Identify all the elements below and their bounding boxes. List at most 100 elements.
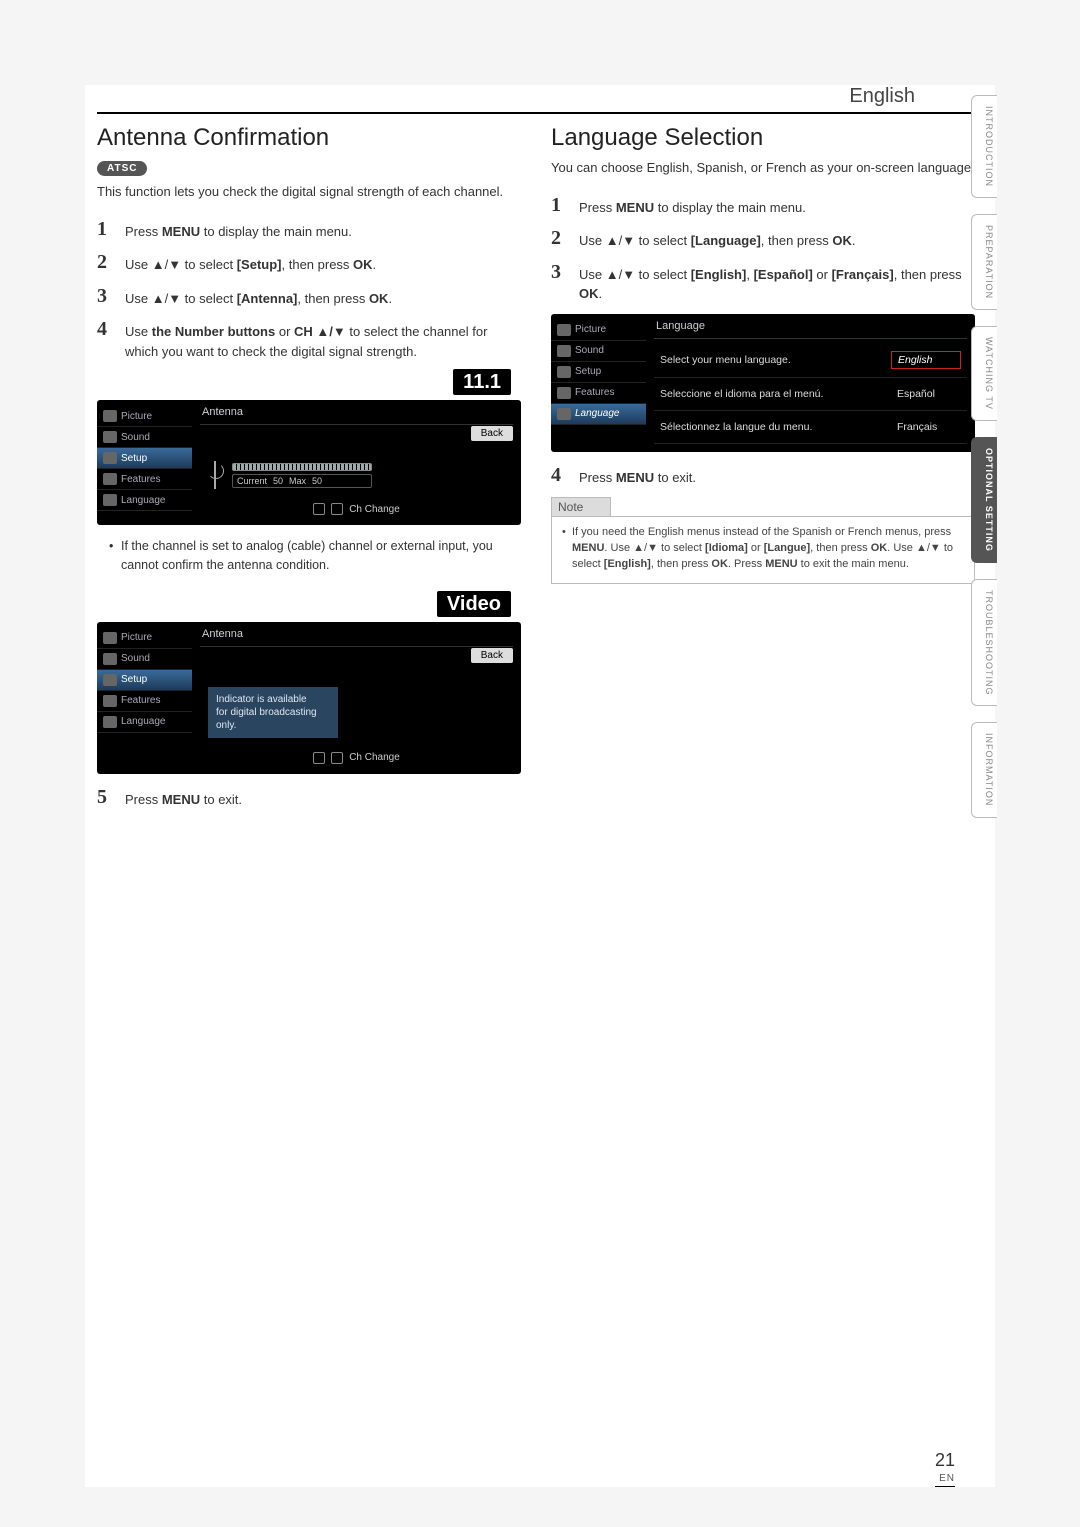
osd-menu: Picture Sound Setup Features Language xyxy=(97,622,192,774)
osd-menu-sound[interactable]: Sound xyxy=(97,649,192,670)
lang-row-francais[interactable]: Sélectionnez la langue du menu. Français xyxy=(654,411,967,444)
step-num: 4 xyxy=(97,318,125,340)
osd-panel-title: Antenna xyxy=(200,404,513,425)
antenna-note: If the channel is set to analog (cable) … xyxy=(121,537,521,575)
numpad-icon xyxy=(331,503,343,515)
step-num: 3 xyxy=(97,285,125,307)
osd-back-button[interactable]: Back xyxy=(471,648,513,663)
osd-language: Picture Sound Setup Features Language La… xyxy=(551,314,975,452)
language-steps: 1Press MENU to display the main menu. 2U… xyxy=(551,194,975,304)
step-text: Press MENU to exit. xyxy=(579,464,696,488)
sound-icon xyxy=(557,345,571,357)
osd-menu-sound[interactable]: Sound xyxy=(551,341,646,362)
side-tabs: INTRODUCTION PREPARATION WATCHING TV OPT… xyxy=(971,95,997,818)
osd-menu-setup[interactable]: Setup xyxy=(551,362,646,383)
step-text: Press MENU to display the main menu. xyxy=(125,218,352,242)
osd-panel-title: Language xyxy=(654,318,967,339)
picture-icon xyxy=(103,410,117,422)
header-language: English xyxy=(85,85,995,108)
step-num: 2 xyxy=(551,227,579,249)
antenna-step5: 5Press MENU to exit. xyxy=(97,786,521,810)
osd-menu-features[interactable]: Features xyxy=(97,469,192,490)
signal-bar xyxy=(232,463,372,471)
features-icon xyxy=(103,473,117,485)
step-text: Use ▲/▼ to select [Antenna], then press … xyxy=(125,285,392,309)
osd-menu-language[interactable]: Language xyxy=(97,712,192,733)
osd-menu-picture[interactable]: Picture xyxy=(97,406,192,427)
note-body: If you need the English menus instead of… xyxy=(551,516,975,584)
features-icon xyxy=(557,387,571,399)
osd-menu-features[interactable]: Features xyxy=(551,383,646,404)
sound-icon xyxy=(103,431,117,443)
antenna-signal-graphic: Current 50 Max 50 xyxy=(206,461,513,489)
note-box: Note If you need the English menus inste… xyxy=(551,497,975,584)
step-num: 2 xyxy=(97,251,125,273)
picture-icon xyxy=(103,632,117,644)
osd-menu: Picture Sound Setup Features Language xyxy=(551,314,646,452)
antenna-steps: 1Press MENU to display the main menu. 2U… xyxy=(97,218,521,362)
osd-back-button[interactable]: Back xyxy=(471,426,513,441)
osd-menu-picture[interactable]: Picture xyxy=(551,320,646,341)
osd-menu-setup[interactable]: Setup xyxy=(97,448,192,469)
lang-row-espanol[interactable]: Seleccione el idioma para el menú. Españ… xyxy=(654,378,967,411)
osd-menu-picture[interactable]: Picture xyxy=(97,628,192,649)
step-num: 3 xyxy=(551,261,579,283)
atsc-badge: ATSC xyxy=(97,161,147,176)
note-text: If you need the English menus instead of… xyxy=(562,525,964,573)
osd-footer: Ch Change xyxy=(200,746,513,766)
sidetab-optional-setting[interactable]: OPTIONAL SETTING xyxy=(971,437,997,563)
osd-menu-setup[interactable]: Setup xyxy=(97,670,192,691)
antenna-title: Antenna Confirmation xyxy=(97,124,521,152)
osd-menu: Picture Sound Setup Features Language xyxy=(97,400,192,525)
channel-badge-wrap: 11.1 xyxy=(97,371,511,394)
manual-page: English INTRODUCTION PREPARATION WATCHIN… xyxy=(85,85,995,1487)
osd-menu-language[interactable]: Language xyxy=(97,490,192,511)
osd-footer: Ch Change xyxy=(200,497,513,517)
step-num: 4 xyxy=(551,464,579,486)
step-text: Press MENU to exit. xyxy=(125,786,242,810)
osd-footer-label: Ch Change xyxy=(349,752,400,763)
signal-current-value: 50 xyxy=(273,476,283,486)
antenna-icon xyxy=(206,461,224,489)
left-column: Antenna Confirmation ATSC This function … xyxy=(97,124,521,819)
remote-icon xyxy=(313,503,325,515)
sidetab-preparation[interactable]: PREPARATION xyxy=(971,214,997,310)
numpad-icon xyxy=(331,752,343,764)
signal-current-label: Current xyxy=(237,476,267,486)
sound-icon xyxy=(103,653,117,665)
osd-antenna-signal: Picture Sound Setup Features Language An… xyxy=(97,400,521,525)
remote-icon xyxy=(313,752,325,764)
language-icon xyxy=(103,716,117,728)
sidetab-introduction[interactable]: INTRODUCTION xyxy=(971,95,997,198)
language-table: Select your menu language. English Selec… xyxy=(654,343,967,444)
right-column: Language Selection You can choose Englis… xyxy=(551,124,975,819)
signal-max-value: 50 xyxy=(312,476,322,486)
antenna-lead: This function lets you check the digital… xyxy=(97,182,521,202)
features-icon xyxy=(103,695,117,707)
language-title: Language Selection xyxy=(551,124,975,152)
osd-menu-sound[interactable]: Sound xyxy=(97,427,192,448)
sidetab-information[interactable]: INFORMATION xyxy=(971,722,997,817)
sidetab-troubleshooting[interactable]: TROUBLESHOOTING xyxy=(971,579,997,707)
signal-max-label: Max xyxy=(289,476,306,486)
step-text: Use ▲/▼ to select [English], [Español] o… xyxy=(579,261,975,304)
step-text: Use ▲/▼ to select [Setup], then press OK… xyxy=(125,251,376,275)
channel-badge: 11.1 xyxy=(453,369,511,395)
step-text: Press MENU to display the main menu. xyxy=(579,194,806,218)
step-num: 5 xyxy=(97,786,125,808)
osd-menu-language[interactable]: Language xyxy=(551,404,646,425)
step-num: 1 xyxy=(97,218,125,240)
osd-footer-label: Ch Change xyxy=(349,504,400,515)
picture-icon xyxy=(557,324,571,336)
osd-menu-features[interactable]: Features xyxy=(97,691,192,712)
page-number: 21 EN xyxy=(935,1450,955,1487)
osd-antenna-video: Picture Sound Setup Features Language An… xyxy=(97,622,521,774)
setup-icon xyxy=(103,452,117,464)
header-rule xyxy=(97,112,983,114)
lang-row-english[interactable]: Select your menu language. English xyxy=(654,343,967,378)
note-header: Note xyxy=(551,497,611,516)
language-icon xyxy=(557,408,571,420)
setup-icon xyxy=(557,366,571,378)
osd-panel-title: Antenna xyxy=(200,626,513,647)
channel-badge-wrap: Video xyxy=(97,593,511,616)
